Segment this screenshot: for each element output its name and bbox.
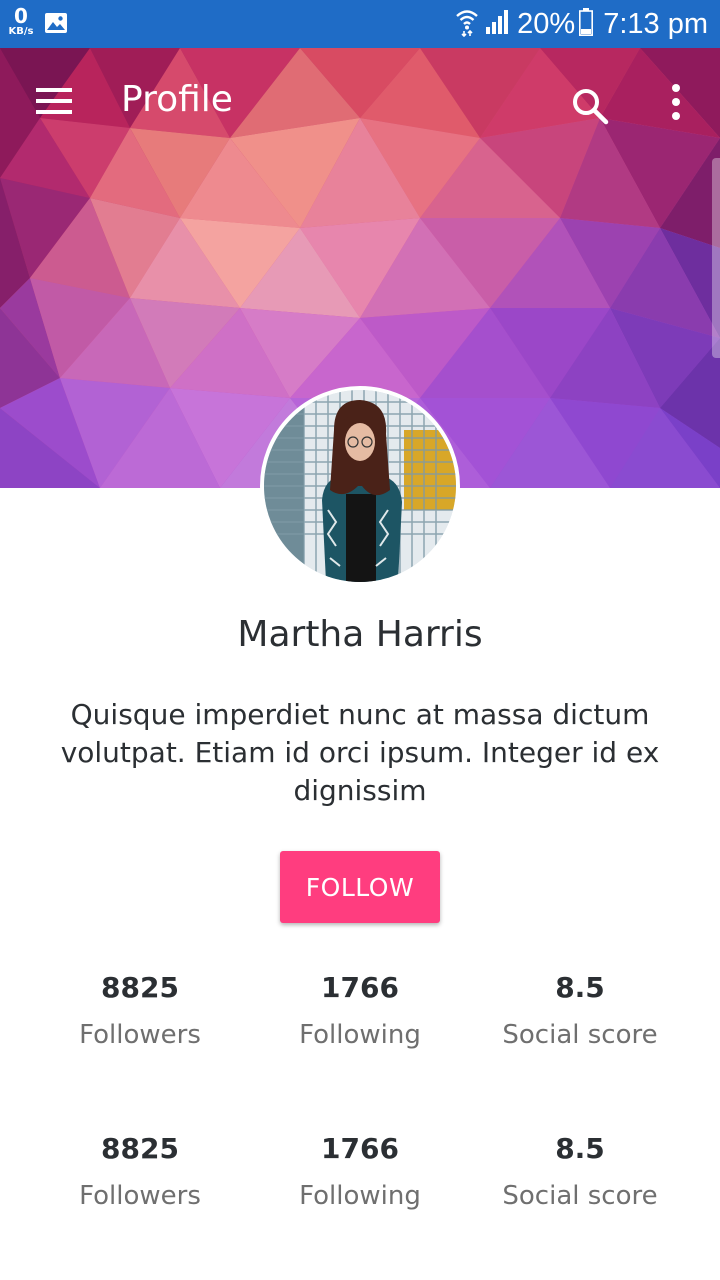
follow-button[interactable]: FOLLOW: [280, 851, 440, 923]
stat-value: 8825: [101, 971, 179, 1004]
more-vertical-icon[interactable]: [664, 84, 688, 124]
network-speed-value: 0: [14, 4, 28, 28]
stat-social-score[interactable]: 8.5 Social score: [470, 968, 690, 1068]
stat-social-score[interactable]: 8.5 Social score: [470, 1129, 690, 1229]
stat-value: 1766: [321, 971, 399, 1004]
page-title: Profile: [121, 79, 233, 120]
hamburger-menu-icon[interactable]: [36, 88, 76, 118]
clock: 7:13 pm: [603, 7, 708, 40]
wifi-icon: [455, 7, 479, 41]
stat-following[interactable]: 1766 Following: [250, 968, 470, 1068]
battery-percentage: 20%: [517, 7, 576, 40]
battery-icon: [579, 8, 594, 40]
search-icon[interactable]: [570, 86, 610, 130]
status-bar: 0 KB/s 20% 7:13 pm: [0, 0, 720, 48]
stat-following[interactable]: 1766 Following: [250, 1129, 470, 1229]
stat-label: Following: [299, 1020, 421, 1050]
profile-bio: Quisque imperdiet nunc at massa dictum v…: [60, 698, 660, 807]
stat-value: 1766: [321, 1132, 399, 1165]
stat-label: Social score: [502, 1181, 658, 1211]
stat-label: Followers: [79, 1020, 201, 1050]
stat-followers[interactable]: 8825 Followers: [30, 1129, 250, 1229]
stat-followers[interactable]: 8825 Followers: [30, 968, 250, 1068]
profile-name: Martha Harris: [237, 614, 483, 655]
stat-value: 8.5: [555, 971, 605, 1004]
signal-icon: [485, 9, 511, 39]
toolbar: Profile: [0, 48, 720, 160]
network-speed-unit: KB/s: [8, 26, 34, 37]
avatar[interactable]: [260, 386, 460, 586]
stats-row: 8825 Followers 1766 Following 8.5 Social…: [30, 1129, 690, 1229]
stat-value: 8825: [101, 1132, 179, 1165]
network-speed: 0 KB/s: [6, 6, 36, 37]
stat-label: Followers: [79, 1181, 201, 1211]
stat-label: Following: [299, 1181, 421, 1211]
stat-value: 8.5: [555, 1132, 605, 1165]
stat-label: Social score: [502, 1020, 658, 1050]
scrollbar-thumb[interactable]: [712, 158, 720, 358]
avatar-photo: [264, 390, 456, 582]
gallery-notification-icon: [44, 11, 68, 39]
stats-row: 8825 Followers 1766 Following 8.5 Social…: [30, 968, 690, 1068]
